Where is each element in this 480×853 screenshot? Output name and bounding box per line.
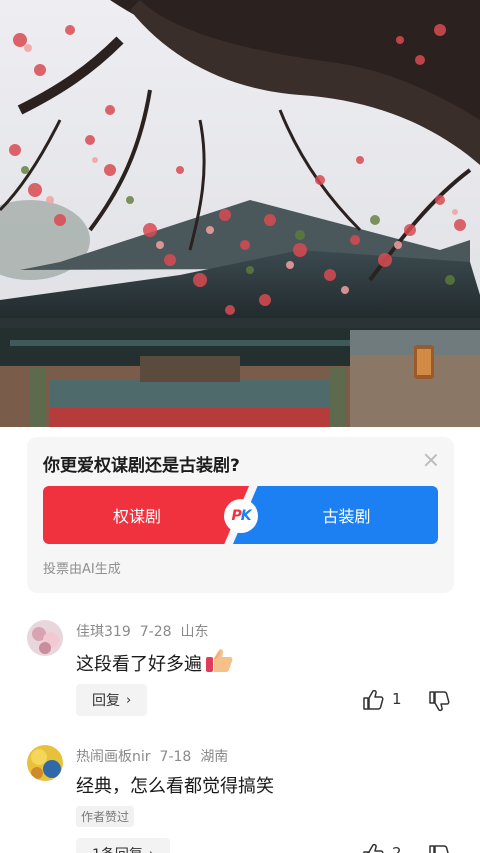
like-count: 2	[392, 844, 402, 853]
comment-location: 山东	[180, 624, 209, 640]
poll-option-b-button[interactable]: 古装剧	[233, 486, 438, 544]
close-icon[interactable]	[422, 451, 440, 469]
poll-option-a-button[interactable]: 权谋剧	[43, 486, 249, 544]
comment-date: 7-18	[159, 749, 192, 765]
avatar[interactable]	[27, 620, 63, 656]
blossom-temple-photo	[0, 0, 480, 427]
comment-location: 湖南	[200, 749, 229, 765]
comment-meta: 热闹画板nir 7-18 湖南	[76, 746, 237, 766]
reply-button-label: 回复	[92, 693, 120, 709]
like-icon[interactable]	[362, 689, 384, 711]
chevron-right-icon: ›	[126, 692, 132, 708]
comment-text-content: 这段看了好多遍	[76, 654, 202, 675]
poll-option-a-label: 权谋剧	[112, 507, 161, 526]
author-liked-badge: 作者赞过	[76, 806, 135, 827]
comment-text: 经典，怎么看都觉得搞笑	[76, 776, 274, 797]
like-count: 1	[392, 690, 402, 708]
comment-text: 这段看了好多遍	[76, 648, 233, 676]
avatar[interactable]	[27, 745, 63, 781]
poll-ai-note: 投票由AI生成	[43, 562, 121, 577]
avatar-image	[27, 620, 63, 656]
reply-button[interactable]: 回复 ›	[76, 684, 148, 716]
avatar-image	[27, 745, 63, 781]
poll-card: 你更爱权谋剧还是古装剧? 权谋剧 古装剧 PK 投票由AI生成	[27, 437, 454, 593]
dislike-icon[interactable]	[428, 690, 450, 712]
thumbs-up-emoji-icon	[206, 649, 233, 672]
video-frame-image[interactable]	[0, 0, 480, 427]
comment-username[interactable]: 佳琪319	[76, 624, 131, 640]
view-replies-button[interactable]: 1条回复 ›	[76, 838, 171, 853]
comment-date: 7-28	[139, 624, 172, 640]
pk-icon-p: P	[231, 508, 241, 524]
pk-icon: PK	[224, 499, 258, 533]
poll-option-b-label: 古装剧	[322, 507, 371, 526]
comment-meta: 佳琪319 7-28 山东	[76, 621, 218, 641]
poll-options: 权谋剧 古装剧 PK	[43, 486, 438, 544]
view-replies-label: 1条回复	[92, 844, 143, 853]
chevron-right-icon: ›	[149, 847, 154, 853]
poll-question: 你更爱权谋剧还是古装剧?	[43, 456, 240, 476]
pk-icon-k: K	[240, 508, 252, 524]
dislike-icon[interactable]	[428, 844, 450, 853]
like-icon[interactable]	[362, 843, 384, 853]
comment-username[interactable]: 热闹画板nir	[76, 749, 151, 765]
